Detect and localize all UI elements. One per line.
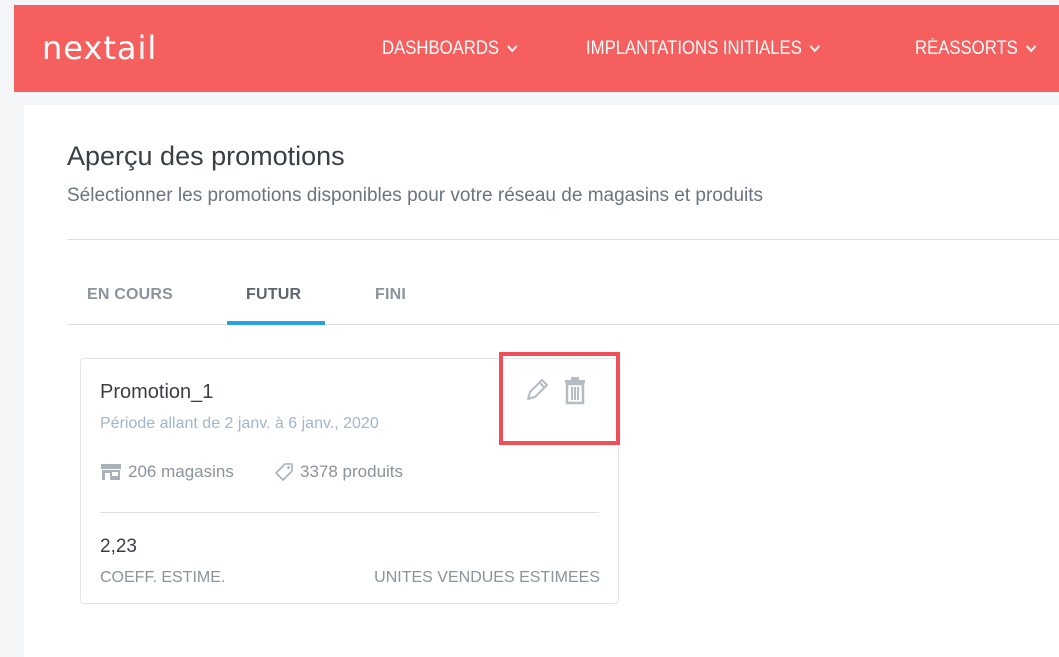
main-panel: Aperçu des promotions Sélectionner les p… <box>24 105 1059 657</box>
products-count: 3378 produits <box>274 462 403 482</box>
page-subtitle: Sélectionner les promotions disponibles … <box>67 185 764 206</box>
products-count-text: 3378 produits <box>300 462 404 481</box>
trash-icon[interactable] <box>562 375 588 410</box>
nav-reassorts-label: RÉASSORTS <box>915 38 1018 59</box>
nav-dashboards-label: DASHBOARDS <box>382 38 500 59</box>
stores-count-text: 206 magasins <box>128 462 234 481</box>
tab-futur[interactable]: FUTUR <box>246 286 301 304</box>
pencil-icon[interactable] <box>522 375 552 410</box>
page-title: Aperçu des promotions <box>67 141 345 171</box>
tab-en-cours[interactable]: EN COURS <box>87 286 173 304</box>
stores-count: 206 magasins <box>100 462 234 482</box>
card-divider <box>100 512 599 513</box>
promotion-period: Période allant de 2 janv. à 6 janv., 202… <box>100 415 379 432</box>
tab-fini[interactable]: FINI <box>375 286 406 304</box>
nav-implantations-label: IMPLANTATIONS INITIALES <box>586 38 802 59</box>
tag-icon <box>275 463 293 481</box>
chevron-down-icon <box>507 45 518 53</box>
chevron-down-icon <box>1026 45 1037 53</box>
coeff-value: 2,23 <box>100 536 137 557</box>
brand-logo[interactable]: nextail <box>42 29 157 67</box>
coeff-label: COEFF. ESTIME. <box>100 569 226 586</box>
chevron-down-icon <box>810 45 821 53</box>
tabs-divider <box>67 324 1059 325</box>
promotion-name: Promotion_1 <box>100 381 214 403</box>
header-divider <box>67 239 1059 240</box>
nav-implantations-initiales[interactable]: IMPLANTATIONS INITIALES <box>586 38 821 60</box>
top-navbar: nextail DASHBOARDS IMPLANTATIONS INITIAL… <box>14 5 1059 92</box>
units-sold-label: UNITES VENDUES ESTIMEES <box>374 569 600 586</box>
card-actions <box>522 375 588 410</box>
nav-dashboards[interactable]: DASHBOARDS <box>382 38 518 60</box>
nav-reassorts[interactable]: RÉASSORTS <box>915 38 1037 60</box>
store-icon <box>101 464 121 480</box>
promotion-card[interactable]: Promotion_1 Période allant de 2 janv. à … <box>80 358 619 604</box>
active-tab-indicator <box>227 321 325 325</box>
